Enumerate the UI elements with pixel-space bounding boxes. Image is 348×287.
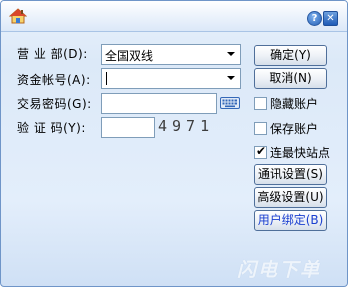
save-account-label: 保存账户 <box>270 122 319 136</box>
captcha-label: 验 证 码(Y): <box>17 121 86 135</box>
account-select[interactable] <box>101 68 241 89</box>
cancel-button[interactable]: 取消(N) <box>254 68 327 89</box>
text-cursor <box>106 72 107 85</box>
advanced-settings-button[interactable]: 高级设置(U) <box>254 187 327 208</box>
branch-label: 营 业 部(D): <box>17 47 88 61</box>
confirm-button[interactable]: 确定(Y) <box>254 45 327 66</box>
branch-select-value: 全国双线 <box>105 49 154 63</box>
chevron-down-icon[interactable] <box>227 52 235 56</box>
hide-account-checkbox[interactable] <box>254 97 267 110</box>
branch-select[interactable]: 全国双线 <box>101 44 241 65</box>
hide-account-label: 隐藏账户 <box>270 97 319 111</box>
fastest-site-label: 连最快站点 <box>270 146 331 160</box>
password-field[interactable] <box>101 93 217 114</box>
comm-settings-button[interactable]: 通讯设置(S) <box>254 164 327 185</box>
account-label: 资金帐号(A): <box>17 73 91 87</box>
login-dialog: ? ✕ 营 业 部(D): 全国双线 资金帐号(A): 交易密码(G): 验 证… <box>0 0 348 287</box>
user-binding-button[interactable]: 用户绑定(B) <box>254 210 327 231</box>
app-house-icon <box>9 8 27 24</box>
checkmark-icon: ✔ <box>256 144 267 158</box>
captcha-code: 4971 <box>158 117 215 135</box>
password-label: 交易密码(G): <box>17 97 92 111</box>
captcha-field[interactable] <box>101 117 155 138</box>
help-button[interactable]: ? <box>307 11 322 26</box>
close-button[interactable]: ✕ <box>323 11 338 26</box>
save-account-checkbox[interactable] <box>254 122 267 135</box>
chevron-down-icon[interactable] <box>227 76 235 80</box>
watermark: 闪电下单 <box>237 259 322 281</box>
title-bar: ? ✕ <box>1 1 347 32</box>
keyboard-icon[interactable] <box>220 97 240 109</box>
fastest-site-checkbox[interactable]: ✔ <box>254 144 267 159</box>
